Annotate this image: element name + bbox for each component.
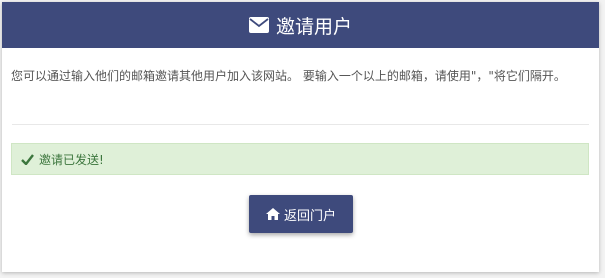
card-header: 邀请用户 [2,2,599,48]
back-to-portal-button[interactable]: 返回门户 [249,195,353,233]
divider [12,124,589,125]
check-icon [21,153,34,165]
home-icon [265,208,280,220]
invite-description: 您可以通过输入他们的邮箱邀请其他用户加入该网站。 要输入一个以上的邮箱，请使用"… [11,69,566,83]
alert-message: 邀请已发送! [39,152,104,167]
invite-card: 邀请用户 您可以通过输入他们的邮箱邀请其他用户加入该网站。 要输入一个以上的邮箱… [2,2,599,272]
success-alert: 邀请已发送! [11,143,589,175]
envelope-icon [248,17,269,33]
page-title: 邀请用户 [275,15,352,38]
back-to-portal-label: 返回门户 [283,208,336,224]
